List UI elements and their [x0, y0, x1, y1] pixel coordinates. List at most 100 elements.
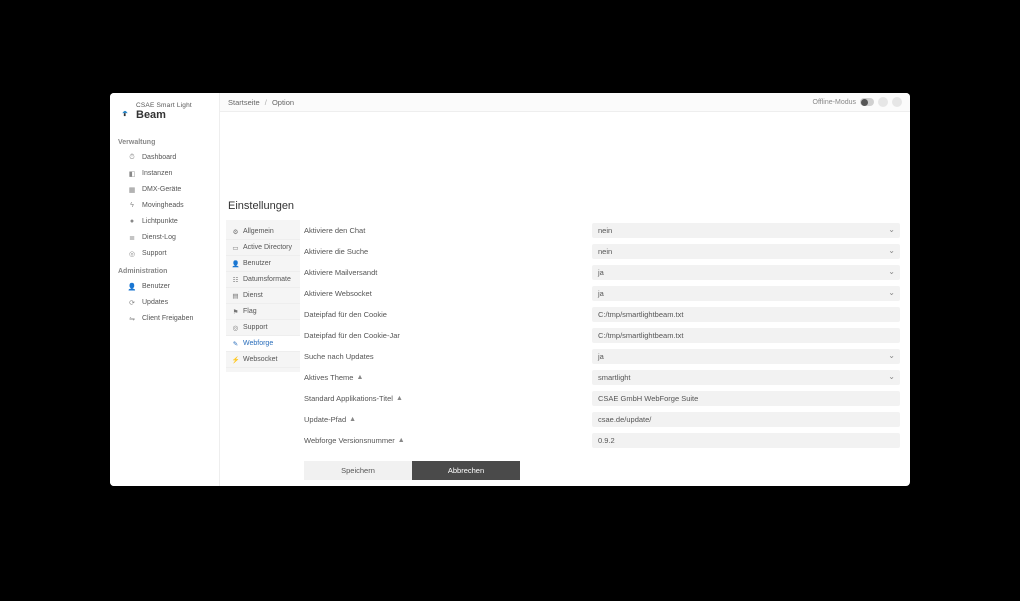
- nav-heading-verwaltung: Verwaltung: [110, 133, 219, 150]
- sidebar-item-label: DMX-Geräte: [142, 186, 181, 193]
- lightbulb-icon: ϟ: [128, 202, 136, 210]
- tab-websocket[interactable]: ⚡Websocket: [226, 352, 300, 368]
- form-row: Aktiviere Websocketja: [304, 283, 900, 304]
- nav-heading-administration: Administration: [110, 262, 219, 279]
- sidebar-item-label: Support: [142, 250, 167, 257]
- logo-text: CSAE Smart Light Beam: [136, 103, 192, 121]
- tab-support[interactable]: ◎Support: [226, 320, 300, 336]
- nav-group-1: ⏱ Dashboard ◧Instanzen▦DMX-Geräte ϟ Movinghe…: [110, 150, 219, 262]
- tab-label: Datumsformate: [243, 276, 291, 283]
- select-2[interactable]: ja: [592, 265, 900, 280]
- form-row: Webforge Versionsnummer▲: [304, 430, 900, 451]
- warning-icon: ▲: [349, 416, 356, 423]
- tab-label: Benutzer: [243, 260, 271, 267]
- cancel-button[interactable]: Abbrechen: [412, 461, 520, 480]
- nav-group-2: 👤 Benutzer ⟳Updates⇋Client Freigaben: [110, 279, 219, 327]
- form-label: Aktives Theme▲: [304, 373, 584, 382]
- input-5[interactable]: [592, 328, 900, 343]
- select-0[interactable]: nein: [592, 223, 900, 238]
- select-7[interactable]: smartlight: [592, 370, 900, 385]
- save-button[interactable]: Speichern: [304, 461, 412, 480]
- warning-icon: ▲: [398, 437, 405, 444]
- plug-icon: ⚡: [232, 356, 239, 363]
- sidebar-item-label: Dashboard: [142, 154, 176, 161]
- sidebar-item-dienst-log[interactable]: ≣ Dienst-Log: [110, 230, 219, 246]
- tab-active-directory[interactable]: ▭ Active Directory: [226, 240, 300, 256]
- tab-label: Support: [243, 324, 268, 331]
- warning-icon: ▲: [396, 395, 403, 402]
- tab-label: Active Directory: [243, 244, 292, 251]
- sidebar-item-label: Client Freigaben: [142, 315, 193, 322]
- tab-dienst[interactable]: ▤ Dienst: [226, 288, 300, 304]
- form-row: Standard Applikations-Titel▲: [304, 388, 900, 409]
- input-9[interactable]: [592, 412, 900, 427]
- input-8[interactable]: [592, 391, 900, 406]
- offline-toggle[interactable]: [860, 98, 874, 106]
- sidebar-item-dmx-ger-te[interactable]: ▦DMX-Geräte: [110, 182, 219, 198]
- list-icon: ≣: [128, 234, 136, 242]
- user-menu-icon[interactable]: [892, 97, 902, 107]
- logo: CSAE Smart Light Beam: [110, 97, 219, 133]
- avatar[interactable]: [878, 97, 888, 107]
- button-row: Speichern Abbrechen: [304, 461, 900, 480]
- form-row: Aktiviere Mailversandt ja: [304, 262, 900, 283]
- dot-icon: ●: [128, 218, 136, 226]
- user-icon: 👤: [128, 283, 136, 291]
- form-row: Aktiviere die Suche nein: [304, 241, 900, 262]
- tachometer-icon: ⏱: [128, 154, 136, 162]
- form-label: Aktiviere die Suche: [304, 247, 584, 256]
- form-label: Dateipfad für den Cookie: [304, 310, 584, 319]
- sidebar-item-client-freigaben[interactable]: ⇋Client Freigaben: [110, 311, 219, 327]
- form-label: Aktiviere den Chat: [304, 226, 584, 235]
- life-ring-icon: ◎: [128, 250, 136, 258]
- form-label: Dateipfad für den Cookie-Jar: [304, 331, 584, 340]
- breadcrumb-home[interactable]: Startseite: [228, 98, 260, 107]
- input-4[interactable]: [592, 307, 900, 322]
- sidebar-item-movingheads[interactable]: ϟ Movingheads: [110, 198, 219, 214]
- form-label: Aktiviere Mailversandt: [304, 268, 584, 277]
- form-label: Standard Applikations-Titel▲: [304, 394, 584, 403]
- form-row: Suche nach Updates ja: [304, 346, 900, 367]
- warning-icon: ▲: [356, 374, 363, 381]
- sidebar-item-label: Benutzer: [142, 283, 170, 290]
- form-row: Update-Pfad▲: [304, 409, 900, 430]
- form-row: Dateipfad für den Cookie: [304, 304, 900, 325]
- sidebar-item-label: Dienst-Log: [142, 234, 176, 241]
- sidebar-item-label: Movingheads: [142, 202, 184, 209]
- sidebar-item-benutzer[interactable]: 👤 Benutzer: [110, 279, 219, 295]
- form-row: Aktiviere den Chat nein: [304, 220, 900, 241]
- tab-label: Dienst: [243, 292, 263, 299]
- tab-benutzer[interactable]: 👤 Benutzer: [226, 256, 300, 272]
- breadcrumb: Startseite / Option: [228, 98, 294, 107]
- sidebar-item-lichtpunkte[interactable]: ● Lichtpunkte: [110, 214, 219, 230]
- sidebar-item-support[interactable]: ◎ Support: [110, 246, 219, 262]
- main: Startseite / Option Offline-Modus Einste…: [220, 93, 910, 486]
- id-card-icon: ▭: [232, 244, 239, 251]
- sidebar-item-dashboard[interactable]: ⏱ Dashboard: [110, 150, 219, 166]
- form-label: Update-Pfad▲: [304, 415, 584, 424]
- sidebar-item-label: Lichtpunkte: [142, 218, 178, 225]
- tab-flag[interactable]: ⚑Flag: [226, 304, 300, 320]
- select-3[interactable]: ja: [592, 286, 900, 301]
- page-title: Einstellungen: [226, 196, 294, 216]
- tab-datumsformate[interactable]: ☷Datumsformate: [226, 272, 300, 288]
- form-label: Webforge Versionsnummer▲: [304, 436, 584, 445]
- user-icon: 👤: [232, 260, 239, 267]
- select-6[interactable]: ja: [592, 349, 900, 364]
- form-label: Suche nach Updates: [304, 352, 584, 361]
- input-10[interactable]: [592, 433, 900, 448]
- tab-allgemein[interactable]: ⚙Allgemein: [226, 224, 300, 240]
- server-icon: ▤: [232, 292, 239, 299]
- tab-label: Allgemein: [243, 228, 274, 235]
- tab-label: Flag: [243, 308, 257, 315]
- form-row: Dateipfad für den Cookie-Jar: [304, 325, 900, 346]
- select-1[interactable]: nein: [592, 244, 900, 259]
- sidebar-item-updates[interactable]: ⟳Updates: [110, 295, 219, 311]
- form-area: [220, 112, 240, 196]
- sidebar-item-instanzen[interactable]: ◧Instanzen: [110, 166, 219, 182]
- tab-webforge[interactable]: ✎Webforge: [226, 336, 300, 352]
- topbar-right: Offline-Modus: [813, 97, 902, 107]
- content: [220, 112, 910, 196]
- sidebar-item-label: Updates: [142, 299, 168, 306]
- breadcrumb-current: Option: [272, 98, 294, 107]
